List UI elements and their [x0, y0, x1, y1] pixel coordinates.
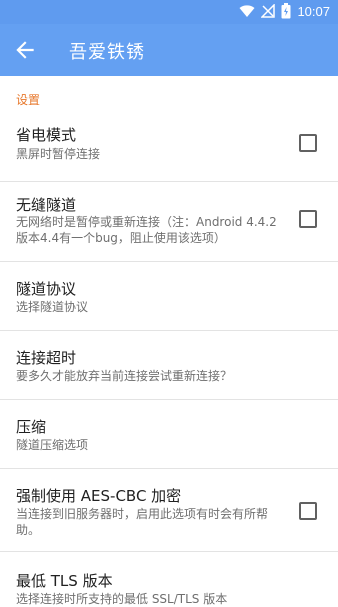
arrow-back-icon[interactable] [12, 37, 38, 63]
status-time: 10:07 [297, 3, 330, 19]
setting-power-save[interactable]: 省电模式 黑屏时暂停连接 [0, 116, 338, 174]
setting-summary: 隧道压缩选项 [16, 438, 89, 452]
power-save-checkbox[interactable] [299, 134, 317, 152]
settings-list: 设置 省电模式 黑屏时暂停连接 无缝隧道 无网络时是暂停或重新连接（注：Andr… [0, 76, 338, 606]
setting-connection-timeout[interactable]: 连接超时 要多久才能放弃当前连接尝试重新连接？ [0, 331, 338, 399]
setting-seamless-tunnel[interactable]: 无缝隧道 无网络时是暂停或重新连接（注：Android 4.4.2版本4.4有一… [0, 184, 338, 260]
divider [0, 181, 338, 182]
setting-summary: 无网络时是暂停或重新连接（注：Android 4.4.2版本4.4有一个bug，… [16, 215, 277, 245]
setting-title: 省电模式 [16, 126, 77, 144]
setting-summary: 选择隧道协议 [16, 300, 89, 314]
app-bar: 吾爱铁锈 [0, 24, 338, 76]
setting-summary: 选择连接时所支持的最低 SSL/TLS 版本 [16, 592, 228, 606]
setting-summary: 要多久才能放弃当前连接尝试重新连接？ [16, 369, 233, 383]
setting-title: 隧道协议 [16, 280, 77, 298]
setting-title: 强制使用 AES-CBC 加密 [16, 487, 182, 505]
status-bar: 10:07 [0, 0, 338, 24]
battery-icon [281, 3, 291, 19]
section-header: 设置 [16, 93, 41, 107]
setting-summary: 当连接到旧服务器时，启用此选项有时会有所帮助。 [16, 507, 269, 537]
setting-compression[interactable]: 压缩 隧道压缩选项 [0, 400, 338, 468]
setting-title: 无缝隧道 [16, 196, 77, 214]
status-icons: 10:07 [239, 3, 330, 19]
setting-tunnel-protocol[interactable]: 隧道协议 选择隧道协议 [0, 262, 338, 330]
setting-title: 压缩 [16, 418, 47, 436]
signal-icon [261, 4, 276, 18]
wifi-icon [239, 5, 255, 17]
setting-title: 最低 TLS 版本 [16, 572, 113, 590]
setting-force-aes-cbc[interactable]: 强制使用 AES-CBC 加密 当连接到旧服务器时，启用此选项有时会有所帮助。 [0, 469, 338, 551]
setting-summary: 黑屏时暂停连接 [16, 147, 101, 161]
setting-min-tls-version[interactable]: 最低 TLS 版本 选择连接时所支持的最低 SSL/TLS 版本 [0, 552, 338, 606]
setting-title: 连接超时 [16, 349, 77, 367]
page-title: 吾爱铁锈 [69, 42, 145, 63]
seamless-tunnel-checkbox[interactable] [299, 210, 317, 228]
force-aes-cbc-checkbox[interactable] [299, 502, 317, 520]
